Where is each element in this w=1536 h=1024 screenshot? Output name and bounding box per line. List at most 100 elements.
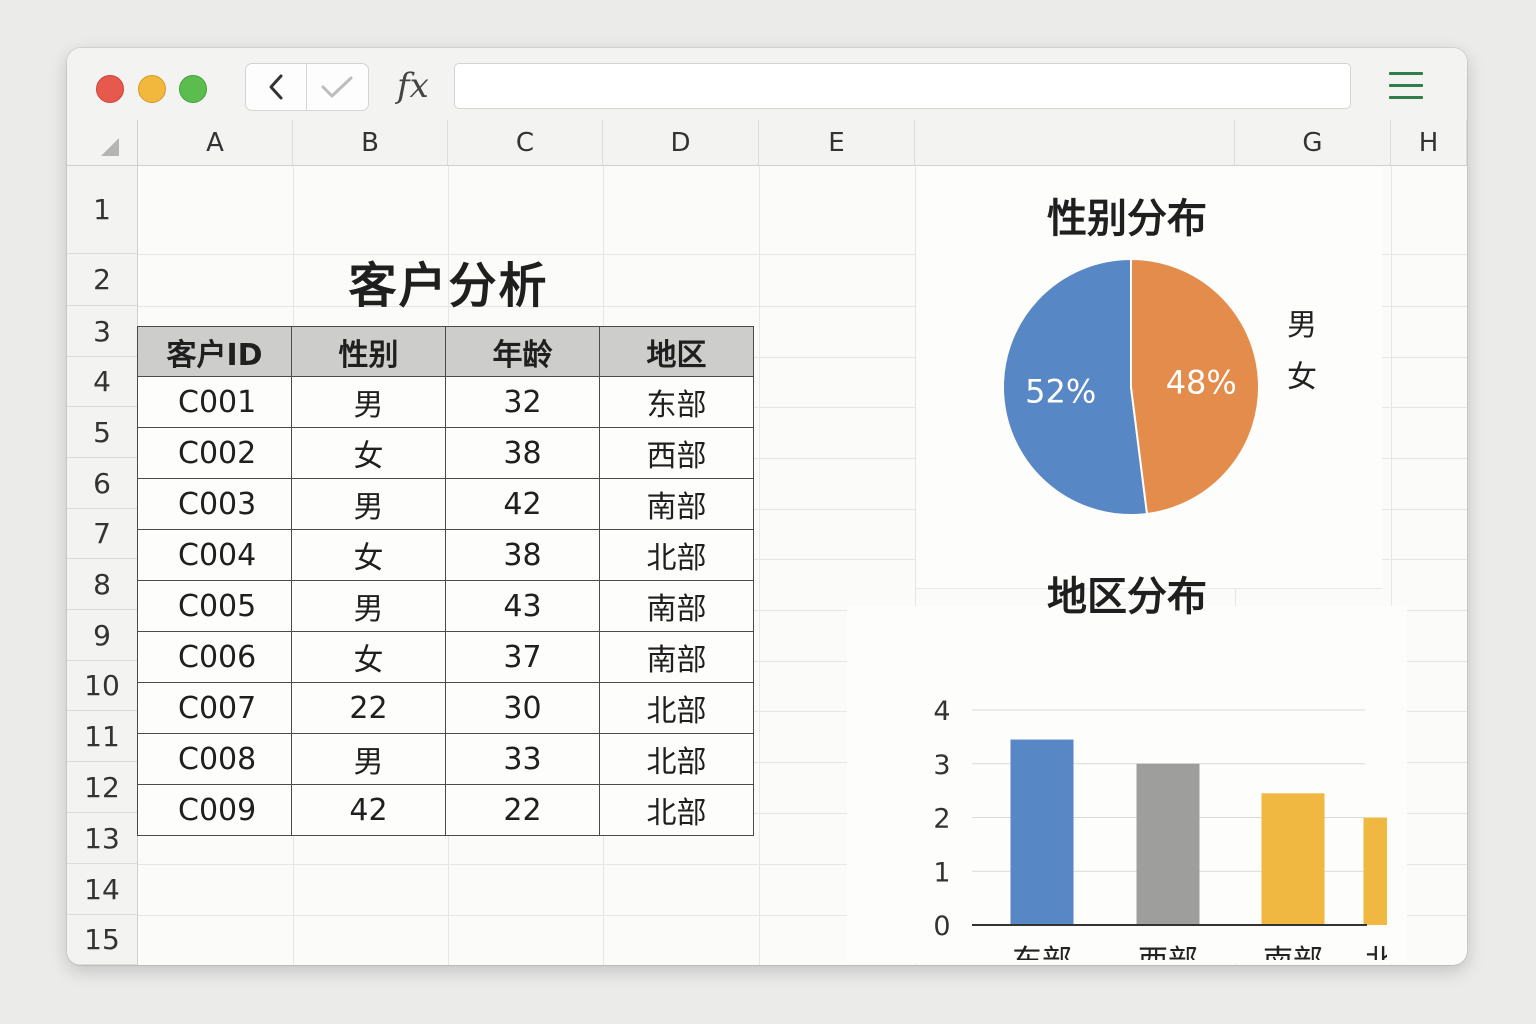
spreadsheet-window: fx ABCDEGH 1 2 3 4 5 6 7 8 9 10 11 12 13 14 15 客户分析 客户… [67,48,1467,965]
table-cell[interactable]: 男 [291,733,446,785]
sheet-grid: ABCDEGH 1 2 3 4 5 6 7 8 9 10 11 12 13 14 15 客户分析 客户ID … [67,120,1467,965]
toolbar: fx [67,48,1467,121]
table-cell[interactable]: C007 [137,682,292,734]
function-icon[interactable]: fx [397,66,437,106]
table-cell[interactable]: 南部 [599,631,754,683]
y-tick-label: 1 [933,857,950,888]
column-header[interactable]: H [1391,120,1467,166]
bar[interactable] [1261,793,1325,925]
x-tick-label: 西部 [1138,944,1198,960]
menu-icon[interactable] [1389,72,1425,100]
checkmark-icon [321,76,353,98]
cancel-button[interactable] [246,64,307,110]
maximize-window-button[interactable] [179,75,207,103]
minimize-window-button[interactable] [138,75,166,103]
table-row: C001 男 32 东部 [137,376,754,428]
table-cell[interactable]: C002 [137,427,292,479]
table-cell[interactable]: 42 [291,784,446,836]
formula-bar[interactable] [454,63,1351,109]
row-header[interactable]: 9 [67,610,138,661]
header-gender[interactable]: 性别 [291,326,446,377]
select-all-corner[interactable] [67,120,138,166]
row-header[interactable]: 1 [67,166,138,254]
row-header[interactable]: 15 [67,915,138,965]
table-cell[interactable]: C009 [137,784,292,836]
close-window-button[interactable] [96,75,124,103]
confirm-button[interactable] [307,64,367,110]
table-cell[interactable]: 33 [445,733,600,785]
pie-legend-entry: 男 [1287,308,1317,343]
table-row: C007 22 30 北部 [137,682,754,734]
x-tick-label: 东部 [1012,944,1072,960]
chevron-left-icon [269,74,283,100]
table-row: C006 女 37 南部 [137,631,754,683]
bar[interactable] [1010,739,1074,925]
bar-chart-title: 地区分布 [1047,574,1207,620]
table-cell[interactable]: C004 [137,529,292,581]
bar[interactable] [1136,763,1200,925]
header-age[interactable]: 年龄 [445,326,600,377]
table-cell[interactable]: 32 [445,376,600,428]
column-header[interactable]: E [759,120,915,166]
header-customer-id[interactable]: 客户ID [137,326,292,377]
row-header[interactable]: 11 [67,711,138,762]
table-cell[interactable]: C005 [137,580,292,632]
row-header[interactable]: 2 [67,254,138,306]
table-row: C002 女 38 西部 [137,427,754,479]
table-cell[interactable]: 38 [445,529,600,581]
pie-chart: 52% 48% 男女 [1002,257,1317,516]
table-cell[interactable]: 男 [291,478,446,530]
row-header[interactable]: 10 [67,661,138,711]
table-cell[interactable]: 女 [291,427,446,479]
formula-nav-group [245,63,369,111]
table-cell[interactable]: 38 [445,427,600,479]
customer-table: 客户ID 性别 年龄 地区 C001 男 32 东部 C002 女 38 西部 C003 男 42 南… [137,326,754,836]
table-row: C003 男 42 南部 [137,478,754,530]
table-cell[interactable]: 女 [291,631,446,683]
row-header[interactable]: 5 [67,407,138,458]
table-cell[interactable]: 女 [291,529,446,581]
row-header[interactable]: 6 [67,458,138,509]
table-cell[interactable]: 22 [445,784,600,836]
table-cell[interactable]: 43 [445,580,600,632]
table-cell[interactable]: 东部 [599,376,754,428]
header-region[interactable]: 地区 [599,326,754,377]
y-tick-label: 2 [933,804,950,835]
table-cell[interactable]: 北部 [599,733,754,785]
table-cell[interactable]: 西部 [599,427,754,479]
table-cell[interactable]: 37 [445,631,600,683]
column-header[interactable]: A [138,120,293,166]
gridline [759,166,760,965]
table-cell[interactable]: 南部 [599,478,754,530]
column-header[interactable]: C [448,120,603,166]
table-cell[interactable]: C006 [137,631,292,683]
table-cell[interactable]: 男 [291,580,446,632]
table-cell[interactable]: C001 [137,376,292,428]
table-cell[interactable]: 男 [291,376,446,428]
bar[interactable] [1363,817,1388,926]
row-header[interactable]: 7 [67,509,138,559]
row-header[interactable]: 12 [67,762,138,813]
table-cell[interactable]: C003 [137,478,292,530]
column-header[interactable]: D [603,120,759,166]
table-cell[interactable]: C008 [137,733,292,785]
table-cell[interactable]: 22 [291,682,446,734]
row-header[interactable]: 14 [67,864,138,915]
table-cell[interactable]: 南部 [599,580,754,632]
x-tick-label: 北部 [1365,944,1387,960]
column-header[interactable] [915,120,1235,166]
x-tick-label: 南部 [1263,944,1323,960]
row-header[interactable]: 13 [67,813,138,864]
table-cell[interactable]: 30 [445,682,600,734]
column-header[interactable]: B [293,120,448,166]
pie-legend-entry: 女 [1287,360,1317,395]
table-row: C008 男 33 北部 [137,733,754,785]
row-header[interactable]: 8 [67,559,138,610]
table-cell[interactable]: 北部 [599,784,754,836]
column-header[interactable]: G [1235,120,1391,166]
row-header[interactable]: 3 [67,306,138,357]
table-cell[interactable]: 42 [445,478,600,530]
table-cell[interactable]: 北部 [599,682,754,734]
table-cell[interactable]: 北部 [599,529,754,581]
row-header[interactable]: 4 [67,357,138,407]
